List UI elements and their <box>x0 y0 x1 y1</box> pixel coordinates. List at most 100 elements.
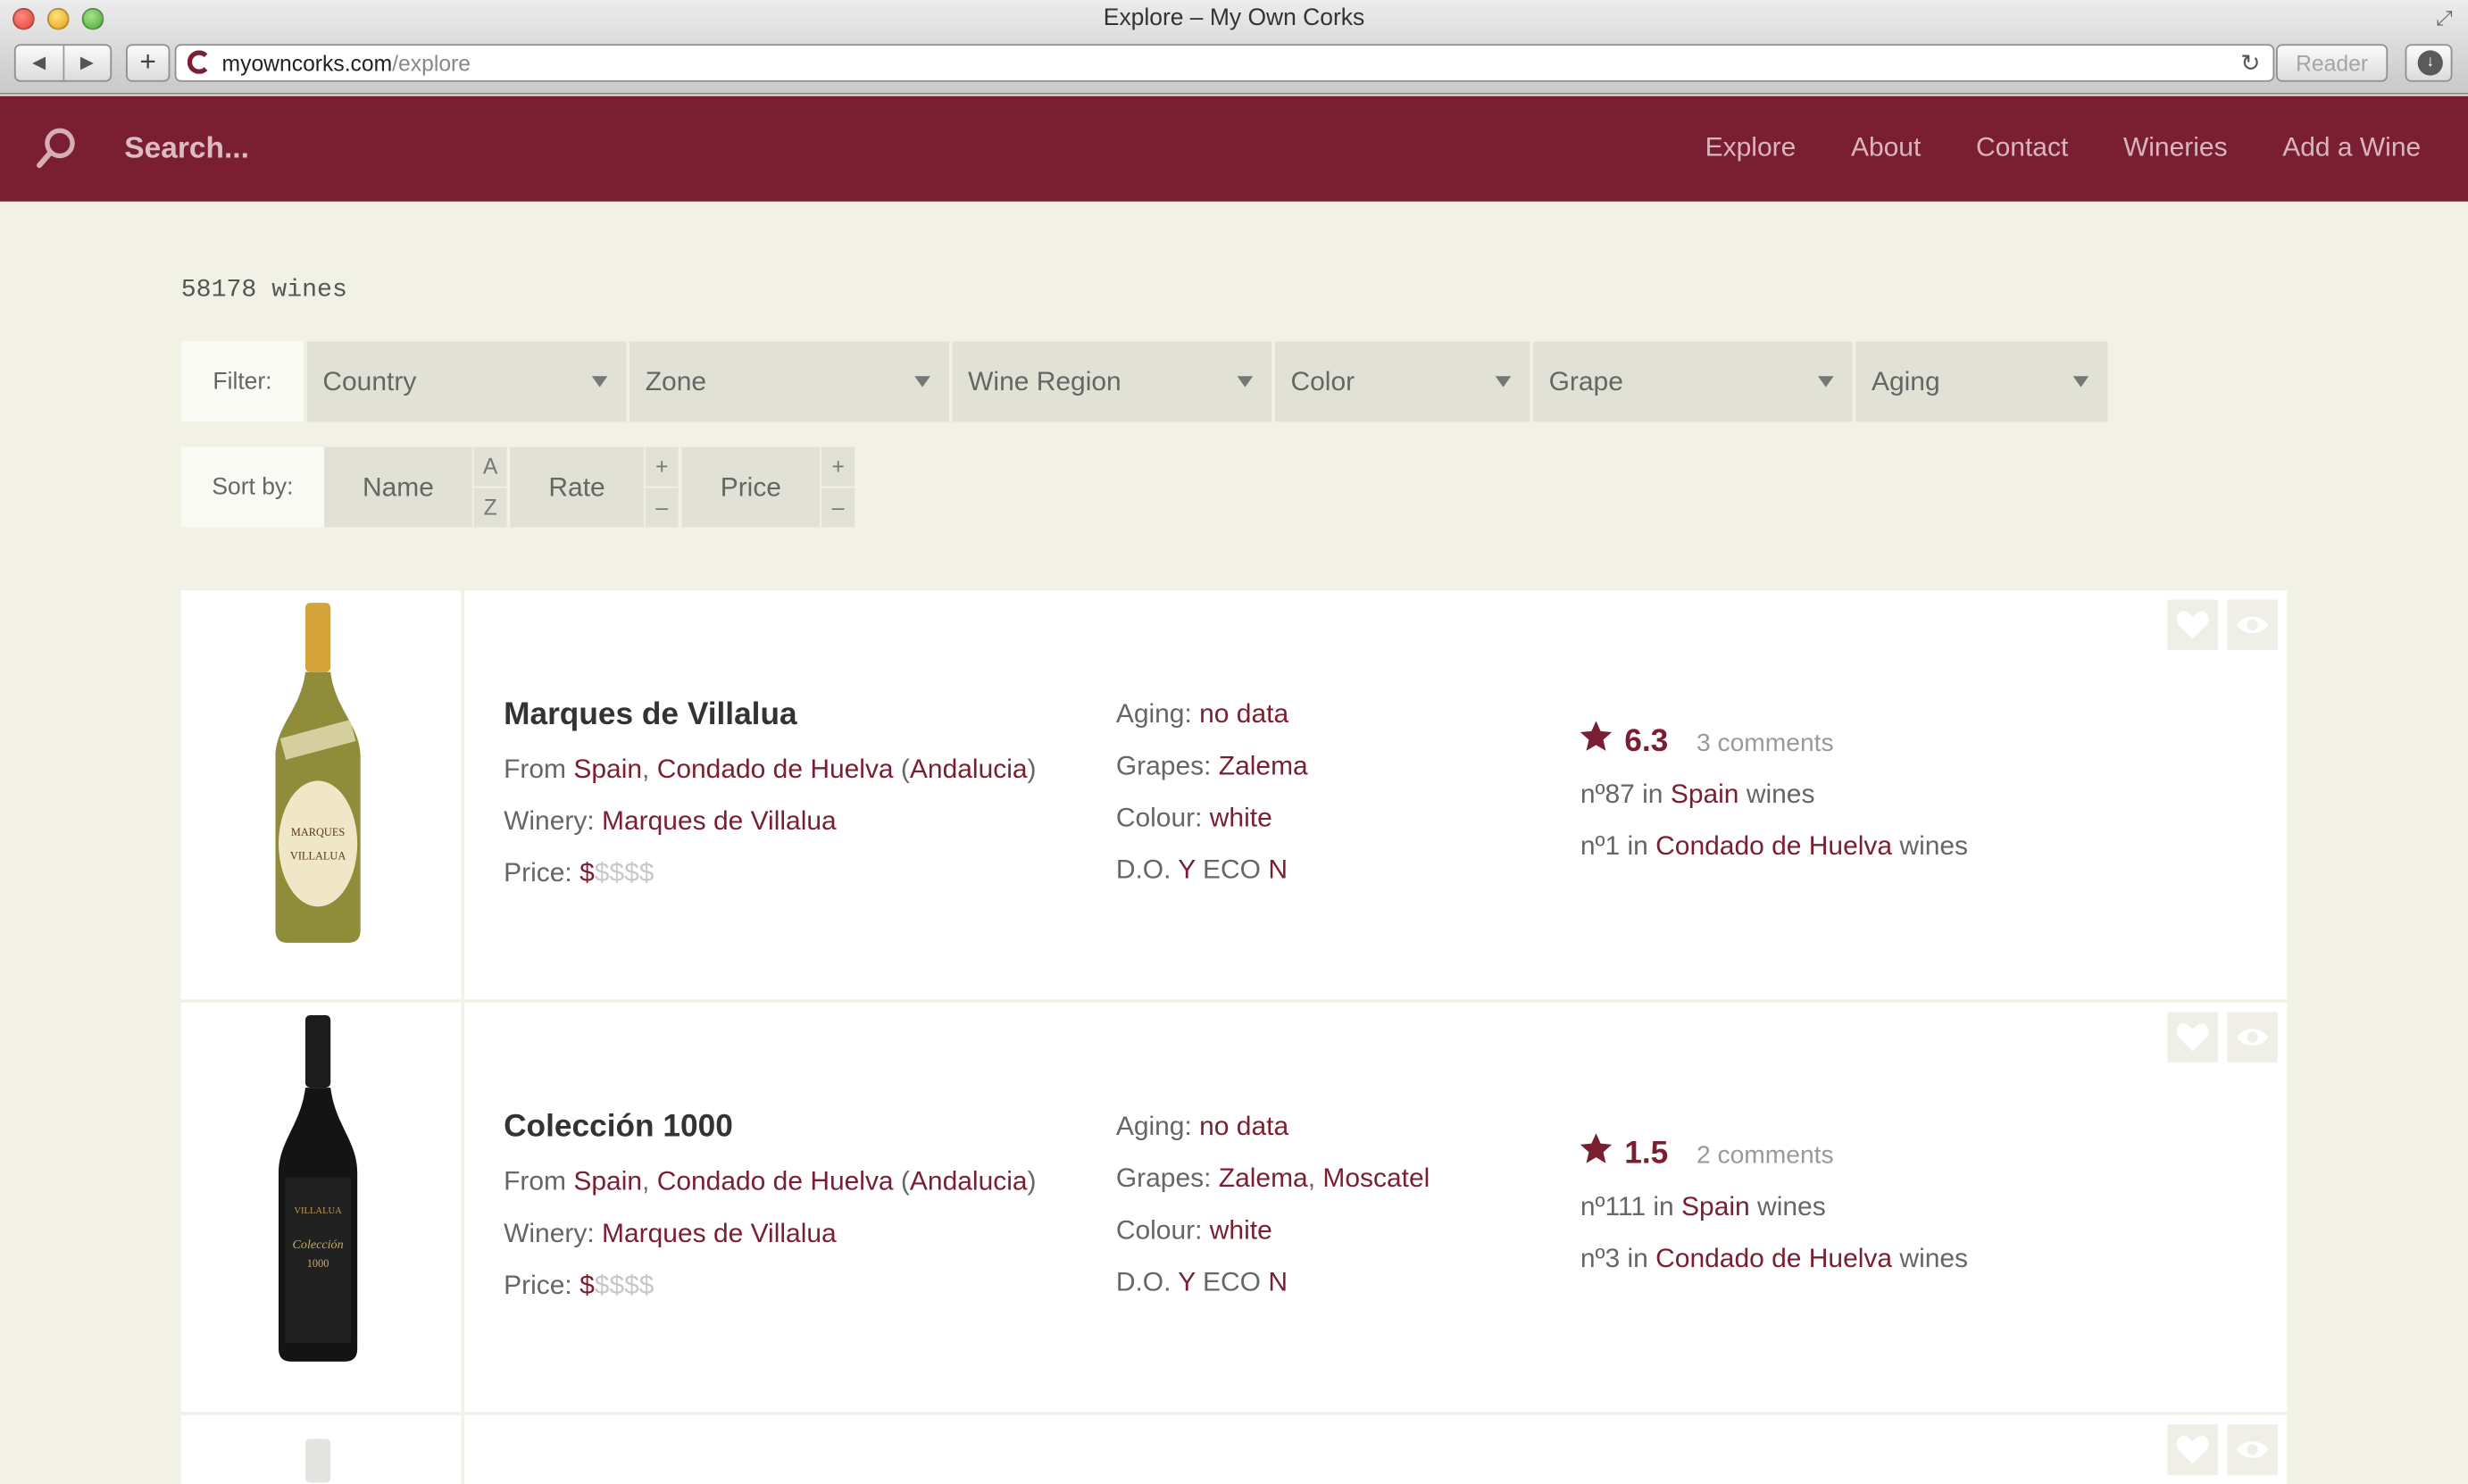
sort-rate-button[interactable]: Rate <box>506 446 644 528</box>
rank-country-link[interactable]: Spain <box>1671 780 1739 809</box>
star-icon <box>1580 721 1613 751</box>
watch-button[interactable] <box>2227 1012 2278 1063</box>
wine-origin: From Spain, Condado de Huelva (Andalucia… <box>504 1166 1037 1196</box>
address-bar[interactable]: myowncorks.com/explore ↻ <box>174 44 2275 82</box>
do-n-link[interactable]: N <box>1268 1267 1288 1296</box>
sort-price-up[interactable]: + <box>821 447 855 488</box>
grape-link[interactable]: Zalema <box>1219 751 1308 780</box>
site-header: Explore About Contact Wineries Add a Win… <box>0 96 2468 202</box>
chevron-down-icon <box>1818 376 1834 388</box>
sort-rate-up[interactable]: + <box>645 447 679 488</box>
wine-name[interactable]: Marques de Villalua <box>504 697 797 734</box>
rank-zone-link[interactable]: Condado de Huelva <box>1655 831 1892 861</box>
wine-bottle-image[interactable]: VILLALUA Colección 1000 <box>181 1002 465 1413</box>
svg-text:VILLALUA: VILLALUA <box>294 1206 342 1216</box>
do-y-link[interactable]: Y <box>1178 855 1195 884</box>
origin-country-link[interactable]: Spain <box>573 1166 642 1196</box>
origin-zone-link[interactable]: Condado de Huelva <box>657 754 894 783</box>
filter-wine-region[interactable]: Wine Region <box>948 341 1272 422</box>
fullscreen-icon[interactable]: ⤢ <box>2436 6 2452 31</box>
wine-card[interactable] <box>180 1414 2288 1484</box>
price-level: $ <box>579 1270 595 1301</box>
chevron-down-icon <box>1237 376 1254 388</box>
colour-link[interactable]: white <box>1210 803 1272 832</box>
url-path: /explore <box>392 50 471 76</box>
search-input[interactable] <box>124 129 755 171</box>
star-icon <box>1580 1133 1613 1163</box>
do-n-link[interactable]: N <box>1268 855 1288 884</box>
nav-about[interactable]: About <box>1851 132 1921 163</box>
do-y-link[interactable]: Y <box>1178 1267 1195 1296</box>
wine-name[interactable]: Colección 1000 <box>504 1110 733 1146</box>
filter-aging[interactable]: Aging <box>1852 341 2108 422</box>
svg-text:1000: 1000 <box>307 1257 329 1270</box>
reload-icon[interactable]: ↻ <box>2240 49 2260 77</box>
wine-do: D.O. Y ECO N <box>1115 1267 1288 1297</box>
origin-zone-link[interactable]: Condado de Huelva <box>657 1166 894 1196</box>
download-icon: ↓ <box>2417 50 2443 76</box>
origin-region-link[interactable]: Andalucia <box>910 754 1028 783</box>
nav-wineries[interactable]: Wineries <box>2123 132 2228 163</box>
url-text: myowncorks.com/explore <box>222 50 471 75</box>
svg-text:Colección: Colección <box>293 1238 344 1252</box>
favorite-button[interactable] <box>2167 1012 2218 1063</box>
nav-add-wine[interactable]: Add a Wine <box>2282 132 2421 163</box>
sort-name-desc[interactable]: Z <box>474 488 507 527</box>
forward-button[interactable]: ▶ <box>63 46 110 80</box>
url-domain: myowncorks.com <box>221 50 393 76</box>
sort-name-asc[interactable]: A <box>473 447 507 488</box>
sort-rate-down[interactable]: – <box>646 488 679 527</box>
search-icon[interactable] <box>35 126 79 170</box>
wine-rating: 6.3 3 comments <box>1580 721 1834 760</box>
new-tab-button[interactable]: + <box>126 44 171 82</box>
origin-country-link[interactable]: Spain <box>573 754 642 783</box>
nav-contact[interactable]: Contact <box>1976 132 2068 163</box>
favorite-button[interactable] <box>2167 1424 2218 1475</box>
filter-zone[interactable]: Zone <box>626 341 949 422</box>
comments-link[interactable]: 2 comments <box>1697 1143 1834 1171</box>
rank-zone: nº3 in Condado de Huelva wines <box>1580 1243 1969 1274</box>
filter-aging-label: Aging <box>1871 366 1940 397</box>
filter-country[interactable]: Country <box>304 341 627 422</box>
winery-link[interactable]: Marques de Villalua <box>602 1218 837 1247</box>
grape-link[interactable]: Moscatel <box>1322 1163 1430 1193</box>
sort-name-button[interactable]: Name <box>324 446 472 528</box>
eye-icon <box>2236 616 2269 634</box>
aging-link[interactable]: no data <box>1199 1112 1288 1141</box>
watch-button[interactable] <box>2227 599 2278 651</box>
grape-link[interactable]: Zalema <box>1219 1163 1308 1193</box>
heart-icon <box>2176 611 2209 639</box>
colour-link[interactable]: white <box>1210 1215 1272 1245</box>
sort-price-down[interactable]: – <box>821 488 855 527</box>
downloads-button[interactable]: ↓ <box>2405 44 2453 82</box>
wine-bottle-image[interactable]: MARQUES VILLALUA <box>181 590 465 1000</box>
wine-card[interactable]: MARQUES VILLALUA Marques de Villalua Fro… <box>180 590 2288 1000</box>
watch-button[interactable] <box>2227 1424 2278 1475</box>
filter-color-label: Color <box>1290 366 1355 397</box>
rank-country-link[interactable]: Spain <box>1681 1191 1750 1221</box>
rank-zone-link[interactable]: Condado de Huelva <box>1655 1244 1892 1273</box>
wine-count: 58178 wines <box>180 275 347 304</box>
comments-link[interactable]: 3 comments <box>1697 730 1834 759</box>
bottle-icon: MARQUES VILLALUA <box>275 603 361 943</box>
sort-price-button[interactable]: Price <box>678 446 821 528</box>
filter-color[interactable]: Color <box>1272 341 1530 422</box>
favorite-button[interactable] <box>2167 599 2218 651</box>
nav-explore[interactable]: Explore <box>1705 132 1797 163</box>
back-button[interactable]: ◀ <box>16 46 64 80</box>
aging-link[interactable]: no data <box>1199 699 1288 729</box>
browser-toolbar: Explore – My Own Corks ⤢ ◀ ▶ + myowncork… <box>0 0 2468 95</box>
wine-colour: Colour: white <box>1115 803 1272 833</box>
wine-aging: Aging: no data <box>1115 1111 1289 1142</box>
chevron-down-icon <box>1495 376 1512 388</box>
origin-region-link[interactable]: Andalucia <box>910 1166 1028 1196</box>
wine-card[interactable]: VILLALUA Colección 1000 Colección 1000 F… <box>180 1002 2288 1413</box>
wine-price: Price: $$$$$ <box>504 857 655 888</box>
reader-button[interactable]: Reader <box>2276 44 2389 82</box>
site-favicon-icon <box>187 50 212 74</box>
wine-bottle-image[interactable] <box>181 1414 465 1484</box>
filter-grape[interactable]: Grape <box>1530 341 1853 422</box>
rating-value: 1.5 <box>1624 1136 1669 1171</box>
winery-link[interactable]: Marques de Villalua <box>602 806 837 836</box>
sort-bar: Sort by: Name A Z Rate + – Price + – <box>180 446 855 528</box>
